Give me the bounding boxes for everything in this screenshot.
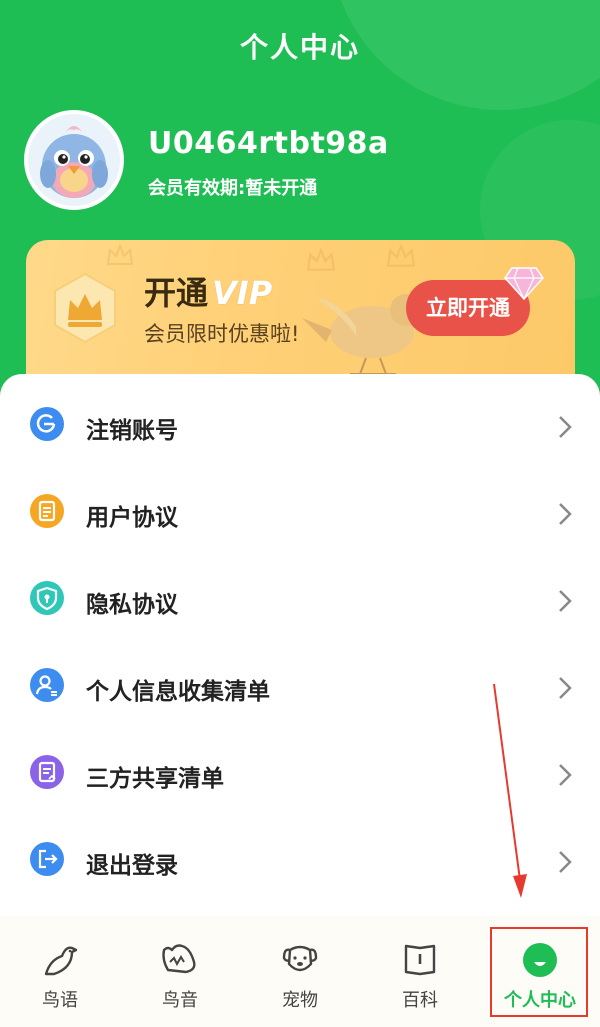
tab-label: 百科 [402, 990, 438, 1011]
logout-icon [30, 842, 64, 876]
annotation-arrow [493, 683, 527, 898]
share-list-icon [30, 755, 64, 789]
menu-item-label: 隐私协议 [86, 592, 178, 618]
menu-item-user-agreement[interactable]: 用户协议 [0, 471, 600, 558]
bird-icon [44, 946, 78, 976]
tab-label: 鸟音 [162, 990, 198, 1011]
profile-header: 个人中心 U0464rtbt98a 会员有效期:暂未开通 开通 VIP 会员限时… [0, 0, 600, 420]
vip-subtitle: 会员限时优惠啦! [144, 322, 300, 346]
menu-item-label: 注销账号 [86, 418, 178, 444]
chevron-right-icon [559, 503, 572, 525]
vip-crown-badge-icon [54, 272, 116, 344]
menu-item-label: 用户协议 [86, 505, 178, 531]
document-icon [30, 494, 64, 528]
menu-item-privacy-policy[interactable]: 隐私协议 [0, 558, 600, 645]
power-circle-icon [30, 407, 64, 441]
crown-decor-icon [386, 244, 416, 267]
menu-item-delete-account[interactable]: 注销账号 [0, 384, 600, 471]
avatar[interactable] [24, 110, 124, 210]
menu-item-label: 个人信息收集清单 [86, 679, 270, 705]
annotation-highlight-box [490, 927, 588, 1017]
user-list-icon [30, 668, 64, 702]
book-icon [404, 944, 436, 976]
tab-bird-sound[interactable]: 鸟音 [120, 916, 240, 1027]
chevron-right-icon [559, 764, 572, 786]
tab-pets[interactable]: 宠物 [240, 916, 360, 1027]
shield-icon [30, 581, 64, 615]
vip-title-vip: VIP [212, 274, 273, 312]
crown-decor-icon [306, 248, 336, 271]
tab-label: 宠物 [282, 990, 318, 1011]
page-title: 个人中心 [239, 31, 360, 64]
diamond-icon [504, 267, 544, 300]
bird-avatar-icon [28, 114, 120, 206]
membership-status: 会员有效期:暂未开通 [148, 178, 318, 199]
username: U0464rtbt98a [148, 126, 389, 161]
chevron-right-icon [559, 851, 572, 873]
menu-item-label: 三方共享清单 [86, 766, 224, 792]
vip-title-prefix: 开通 [144, 274, 209, 312]
menu-item-label: 退出登录 [86, 853, 178, 879]
chevron-right-icon [559, 416, 572, 438]
chevron-right-icon [559, 590, 572, 612]
dog-icon [282, 945, 318, 972]
crown-decor-icon [106, 244, 134, 265]
tab-encyclopedia[interactable]: 百科 [360, 916, 480, 1027]
vip-title: 开通 VIP [144, 268, 272, 314]
tab-bird-language[interactable]: 鸟语 [0, 916, 120, 1027]
bird-sound-icon [162, 944, 196, 974]
chevron-right-icon [559, 677, 572, 699]
tab-label: 鸟语 [42, 990, 78, 1011]
